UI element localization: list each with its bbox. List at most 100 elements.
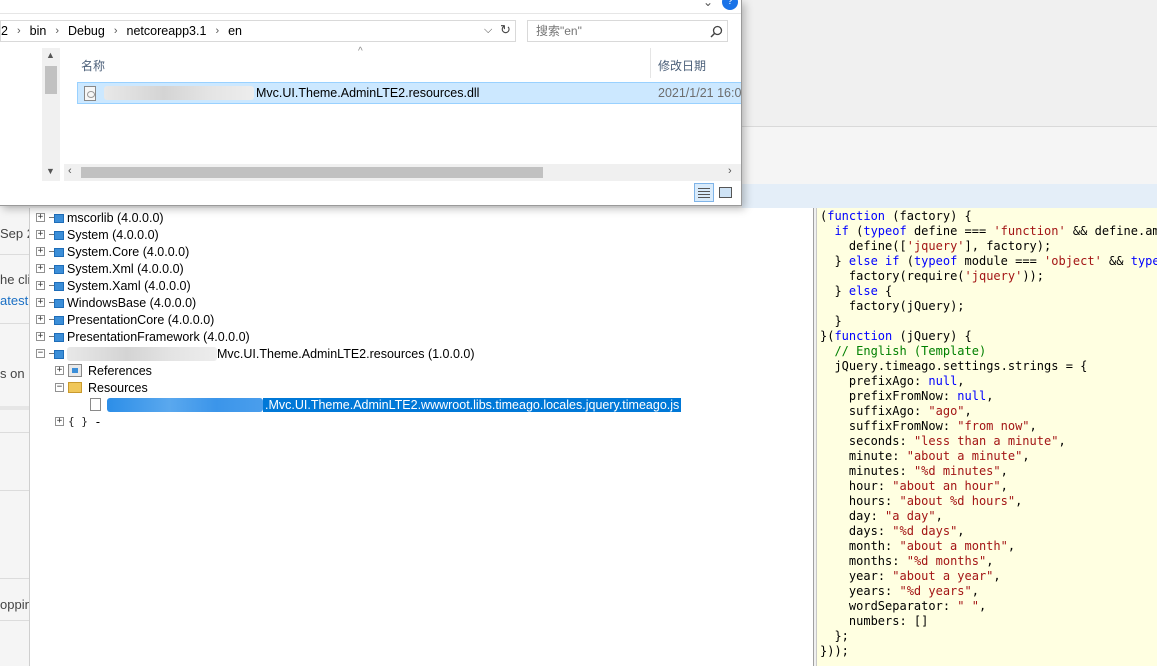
code-line: } else {: [820, 284, 893, 298]
dll-file-icon: [84, 85, 96, 101]
tree-item-assembly[interactable]: − Mvc.UI.Theme.AdminLTE2.resources (1.0.…: [36, 345, 475, 362]
code-line: jQuery.timeago.settings.strings = {: [834, 359, 1088, 373]
address-bar[interactable]: 2 › bin › Debug › netcoreapp3.1 › en ⌵ ↻: [0, 20, 516, 42]
code-line: prefixFromNow: null,: [848, 389, 994, 403]
tree-item-label: WindowsBase (4.0.0.0): [67, 295, 197, 310]
expand-icon[interactable]: +: [36, 315, 45, 324]
collapse-icon[interactable]: −: [36, 349, 45, 358]
scroll-left-icon[interactable]: ‹: [68, 165, 72, 177]
column-name-header[interactable]: 名称: [81, 57, 105, 74]
tree-item-reference[interactable]: + PresentationCore (4.0.0.0): [36, 311, 214, 328]
code-line: // English (Template): [834, 344, 987, 358]
file-list-item[interactable]: Mvc.UI.Theme.AdminLTE2.resources.dll 202…: [77, 82, 742, 104]
tree-item-reference[interactable]: + System.Xml (4.0.0.0): [36, 260, 184, 277]
assembly-tree[interactable]: + mscorlib (4.0.0.0) + System (4.0.0.0) …: [30, 208, 814, 666]
namespace-icon: { }: [68, 415, 88, 428]
breadcrumb-item[interactable]: Debug: [68, 24, 105, 38]
tree-item-reference[interactable]: + PresentationFramework (4.0.0.0): [36, 328, 250, 345]
expand-icon[interactable]: +: [36, 230, 45, 239]
code-line: seconds: "less than a minute",: [848, 434, 1066, 448]
expand-icon[interactable]: +: [36, 332, 45, 341]
code-line: minutes: "%d minutes",: [848, 464, 1008, 478]
tree-item-label: -: [95, 414, 101, 429]
column-divider[interactable]: [650, 48, 651, 78]
tree-item-reference[interactable]: + System.Xaml (4.0.0.0): [36, 277, 191, 294]
code-line: hours: "about %d hours",: [848, 494, 1023, 508]
scroll-right-icon[interactable]: ›: [728, 165, 732, 177]
file-date: 2021/1/21 16:0: [658, 86, 742, 100]
help-icon[interactable]: ?: [722, 0, 738, 10]
refresh-icon[interactable]: ↻: [500, 22, 511, 38]
scroll-down-icon[interactable]: ▼: [46, 166, 55, 176]
code-line: if (typeof define === 'function' && defi…: [834, 224, 1157, 238]
code-line: prefixAgo: null,: [848, 374, 965, 388]
collapse-icon[interactable]: −: [55, 383, 64, 392]
horizontal-scrollbar[interactable]: ‹ ›: [64, 164, 741, 181]
file-explorer-window: ⌄ ? 2 › bin › Debug › netcoreapp3.1 › en…: [0, 0, 742, 206]
file-icon: [90, 398, 101, 411]
column-date-header[interactable]: 修改日期: [658, 57, 706, 74]
expand-icon[interactable]: +: [36, 298, 45, 307]
tree-item-reference[interactable]: + System (4.0.0.0): [36, 226, 159, 243]
redacted-prefix: [104, 86, 254, 100]
reference-icon: [49, 315, 64, 325]
tree-item-label: System (4.0.0.0): [67, 227, 159, 242]
tree-item-label: PresentationFramework (4.0.0.0): [67, 329, 250, 344]
tree-item-label: System.Core (4.0.0.0): [67, 244, 190, 259]
code-line: minute: "about a minute",: [848, 449, 1030, 463]
code-line: days: "%d days",: [848, 524, 965, 538]
tree-item-label: Resources: [88, 380, 148, 395]
tree-item-label: System.Xml (4.0.0.0): [67, 261, 184, 276]
expand-icon[interactable]: +: [36, 247, 45, 256]
reference-icon: [49, 230, 64, 240]
tree-item-reference[interactable]: + mscorlib (4.0.0.0): [36, 209, 164, 226]
expand-icon[interactable]: +: [36, 264, 45, 273]
sort-ascending-icon: ^: [358, 46, 363, 57]
scroll-up-icon[interactable]: ▲: [46, 50, 55, 60]
assembly-icon: [49, 349, 64, 359]
tree-item-resource-file[interactable]: .Mvc.UI.Theme.AdminLTE2.wwwroot.libs.tim…: [90, 396, 682, 413]
divider: [0, 578, 29, 579]
tree-item-references[interactable]: + References: [55, 362, 152, 379]
search-box[interactable]: [527, 20, 728, 42]
tree-item-namespace[interactable]: + { } -: [55, 413, 100, 430]
chevron-down-icon[interactable]: ⌵: [484, 24, 492, 37]
search-input[interactable]: [536, 24, 706, 38]
expand-icon[interactable]: +: [55, 366, 64, 375]
collapse-ribbon-icon[interactable]: ⌄: [703, 0, 713, 9]
details-view-icon[interactable]: [694, 183, 714, 202]
chevron-right-icon[interactable]: ›: [17, 25, 21, 37]
code-line: (function (factory) {: [820, 209, 972, 223]
column-header: ^ 名称 修改日期: [64, 46, 741, 78]
reference-icon: [49, 264, 64, 274]
scrollbar-thumb[interactable]: [45, 66, 57, 94]
search-icon[interactable]: [710, 25, 723, 38]
large-icons-view-icon[interactable]: [717, 185, 733, 199]
expand-icon[interactable]: +: [36, 281, 45, 290]
breadcrumb-item[interactable]: netcoreapp3.1: [127, 24, 207, 38]
tree-item-reference[interactable]: + System.Core (4.0.0.0): [36, 243, 189, 260]
expand-icon[interactable]: +: [36, 213, 45, 222]
code-text: (function (factory) { if (typeof define …: [820, 209, 1157, 659]
explorer-ribbon-edge: ⌄ ?: [0, 0, 741, 14]
breadcrumb-item[interactable]: 2: [1, 24, 8, 38]
scrollbar-thumb[interactable]: [81, 167, 543, 178]
chevron-right-icon[interactable]: ›: [215, 25, 219, 37]
folder-icon: [68, 382, 82, 393]
chevron-right-icon[interactable]: ›: [55, 25, 59, 37]
tree-item-reference[interactable]: + WindowsBase (4.0.0.0): [36, 294, 196, 311]
code-line: hour: "about an hour",: [848, 479, 1008, 493]
side-fragment-text: s on: [0, 366, 25, 381]
breadcrumb-item[interactable]: bin: [30, 24, 47, 38]
chevron-right-icon[interactable]: ›: [114, 25, 118, 37]
redacted-prefix: [67, 346, 217, 361]
tree-item-resources[interactable]: − Resources: [55, 379, 148, 396]
side-fragment-link[interactable]: atest: [0, 293, 28, 308]
code-line: suffixAgo: "ago",: [848, 404, 972, 418]
breadcrumb-item[interactable]: en: [228, 24, 242, 38]
expand-icon[interactable]: +: [55, 417, 64, 426]
tree-item-label: System.Xaml (4.0.0.0): [67, 278, 191, 293]
code-viewer[interactable]: (function (factory) { if (typeof define …: [816, 208, 1157, 666]
code-line: }(function (jQuery) {: [820, 329, 972, 343]
vertical-scrollbar[interactable]: ▲ ▼: [42, 48, 60, 182]
